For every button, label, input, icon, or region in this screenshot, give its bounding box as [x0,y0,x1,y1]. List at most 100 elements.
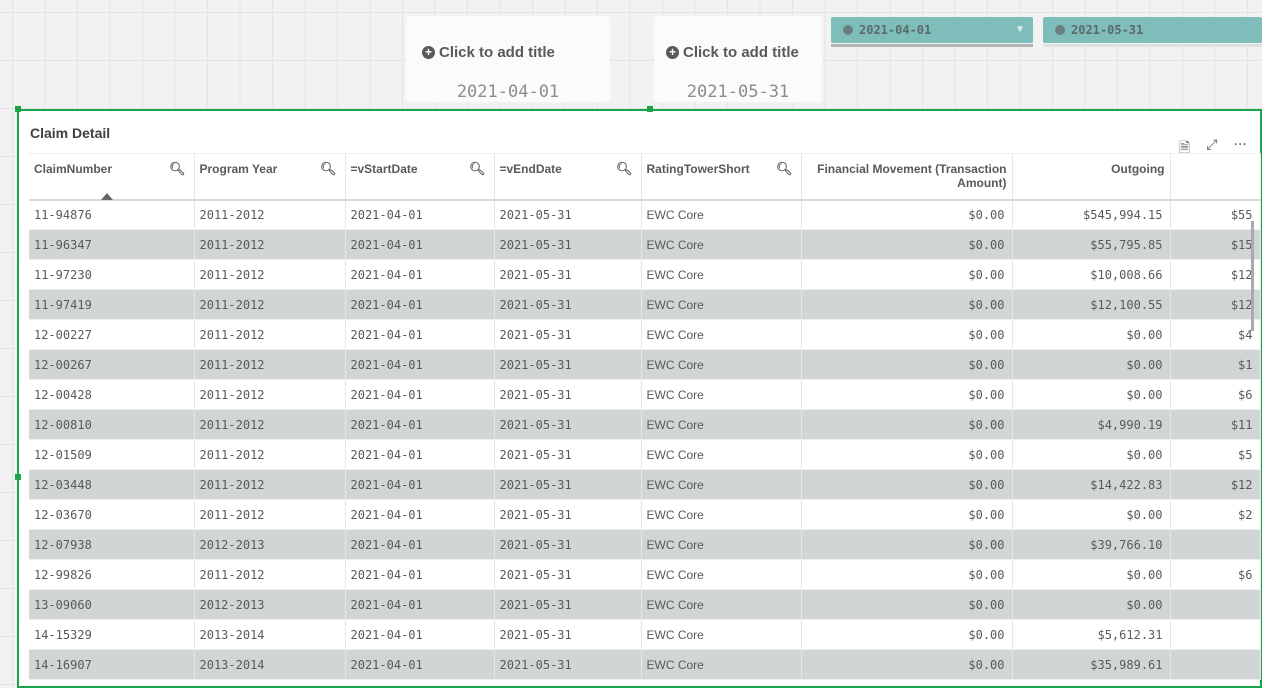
search-icon[interactable]: 🔍︎ [469,161,486,177]
table-cell: 2021-05-31 [494,529,642,560]
table-cell: EWC Core [641,319,802,350]
column-header[interactable]: Program Year 🔍︎ [194,153,346,201]
table-cell: 12-03670 [29,499,195,530]
resize-handle[interactable] [15,106,21,112]
table-row[interactable]: 12-99826 2011-2012 2021-04-01 2021-05-31 EWC… [29,559,1261,590]
vertical-scrollbar[interactable] [1251,221,1254,331]
table-row[interactable]: 12-03448 2011-2012 2021-04-01 2021-05-31 EWC… [29,469,1261,500]
table-cell: 2011-2012 [194,379,346,410]
table-cell: EWC Core [641,379,802,410]
table-cell: 2021-05-31 [494,379,642,410]
table-cell: $55,795.85 [1012,229,1171,260]
search-icon[interactable]: 🔍︎ [169,161,186,177]
sort-ascending-icon[interactable] [101,192,113,200]
table-cell: $12 [1170,259,1261,290]
table-cell: $5,612.31 [1012,619,1171,650]
table-cell: 12-01509 [29,439,195,470]
table-cell: 2021-04-01 [345,559,495,590]
table-cell: EWC Core [641,499,802,530]
table-cell: $0.00 [801,229,1013,260]
column-header[interactable]: Outgoing [1012,153,1171,201]
filter-end-date[interactable]: 2021-05-31 [1043,17,1262,43]
table-cell: $12 [1170,469,1261,500]
table-cell: 2011-2012 [194,439,346,470]
table-cell: 2021-05-31 [494,199,642,230]
table-cell: $15 [1170,229,1261,260]
table-row[interactable]: 12-00227 2011-2012 2021-04-01 2021-05-31 EWC… [29,319,1261,350]
column-header[interactable] [1170,153,1261,201]
table-row[interactable]: 12-03670 2011-2012 2021-04-01 2021-05-31 EWC… [29,499,1261,530]
table-cell: $0.00 [801,199,1013,230]
kpi-title[interactable]: + Click to add title [666,44,799,61]
table-cell: $10,008.66 [1012,259,1171,290]
table-cell: EWC Core [641,349,802,380]
table-cell: EWC Core [641,289,802,320]
table-row[interactable]: 12-00267 2011-2012 2021-04-01 2021-05-31 EWC… [29,349,1261,380]
table-row[interactable]: 14-15329 2013-2014 2021-04-01 2021-05-31 EWC… [29,619,1261,650]
claim-detail-table-panel[interactable]: Claim Detail 🗎 ⤢ ··· ClaimNumber 🔍︎ Progra… [17,109,1262,688]
table-cell: $0.00 [1012,499,1171,530]
column-header[interactable]: ClaimNumber 🔍︎ [29,153,195,201]
table-row[interactable]: 11-94876 2011-2012 2021-04-01 2021-05-31 EWC… [29,199,1261,230]
table-cell: EWC Core [641,439,802,470]
table-cell: $0.00 [801,379,1013,410]
kpi-end-date[interactable]: + Click to add title 2021-05-31 [654,16,822,102]
table-cell: 12-00227 [29,319,195,350]
table-cell: 2021-04-01 [345,469,495,500]
table-row[interactable]: 11-97419 2011-2012 2021-04-01 2021-05-31 EWC… [29,289,1261,320]
table-cell: 2021-04-01 [345,319,495,350]
table-cell: $0.00 [1012,319,1171,350]
table-cell: $0.00 [801,529,1013,560]
chevron-down-icon[interactable]: ▼ [1017,17,1023,43]
column-header[interactable]: =vStartDate 🔍︎ [345,153,495,201]
table-cell: $4,990.19 [1012,409,1171,440]
table-row[interactable]: 12-00428 2011-2012 2021-04-01 2021-05-31 EWC… [29,379,1261,410]
lock-icon [1055,25,1065,35]
table-row[interactable]: 11-97230 2011-2012 2021-04-01 2021-05-31 EWC… [29,259,1261,290]
table-cell: 2013-2014 [194,649,346,680]
table-cell [1170,529,1261,560]
plus-circle-icon: + [422,46,435,59]
search-icon[interactable]: 🔍︎ [776,161,793,177]
table-cell: 11-94876 [29,199,195,230]
table-cell: 12-99826 [29,559,195,590]
table-cell: $0.00 [801,469,1013,500]
table-cell: 2011-2012 [194,289,346,320]
table-row[interactable]: 12-00810 2011-2012 2021-04-01 2021-05-31 EWC… [29,409,1261,440]
kpi-title[interactable]: + Click to add title [422,44,555,61]
table-cell: EWC Core [641,259,802,290]
table-row[interactable]: 14-16907 2013-2014 2021-04-01 2021-05-31 EWC… [29,649,1261,680]
search-icon[interactable]: 🔍︎ [616,161,633,177]
table-cell: 2011-2012 [194,559,346,590]
table-cell: $0.00 [1012,439,1171,470]
table-row[interactable]: 12-07938 2012-2013 2021-04-01 2021-05-31 EWC… [29,529,1261,560]
column-header-label: Program Year [199,162,278,176]
table-row[interactable]: 13-09060 2012-2013 2021-04-01 2021-05-31 EWC… [29,589,1261,620]
table-cell: $2 [1170,499,1261,530]
table-cell: $1 [1170,349,1261,380]
table-cell: 2021-04-01 [345,349,495,380]
column-header[interactable]: RatingTowerShort 🔍︎ [641,153,802,201]
column-header[interactable]: Financial Movement (Transaction Amount) [801,153,1013,201]
table-cell: $6 [1170,379,1261,410]
table-cell: $4 [1170,319,1261,350]
column-header[interactable]: =vEndDate 🔍︎ [494,153,642,201]
resize-handle[interactable] [647,106,653,112]
table-cell: 2021-04-01 [345,529,495,560]
table-cell: $0.00 [801,319,1013,350]
table-cell: $55 [1170,199,1261,230]
table-cell: $0.00 [801,559,1013,590]
table-row[interactable]: 11-96347 2011-2012 2021-04-01 2021-05-31 EWC… [29,229,1261,260]
table-cell: 2021-04-01 [345,379,495,410]
search-icon[interactable]: 🔍︎ [320,161,337,177]
table-cell: 2021-05-31 [494,559,642,590]
table-cell: $14,422.83 [1012,469,1171,500]
table-cell: 2021-05-31 [494,319,642,350]
resize-handle[interactable] [15,474,21,480]
table-row[interactable]: 12-01509 2011-2012 2021-04-01 2021-05-31 EWC… [29,439,1261,470]
table-cell: 2013-2014 [194,619,346,650]
table-cell: 2021-04-01 [345,439,495,470]
table-cell: 2021-04-01 [345,289,495,320]
kpi-start-date[interactable]: + Click to add title 2021-04-01 [406,16,610,102]
filter-start-date[interactable]: 2021-04-01 ▼ [831,17,1033,43]
